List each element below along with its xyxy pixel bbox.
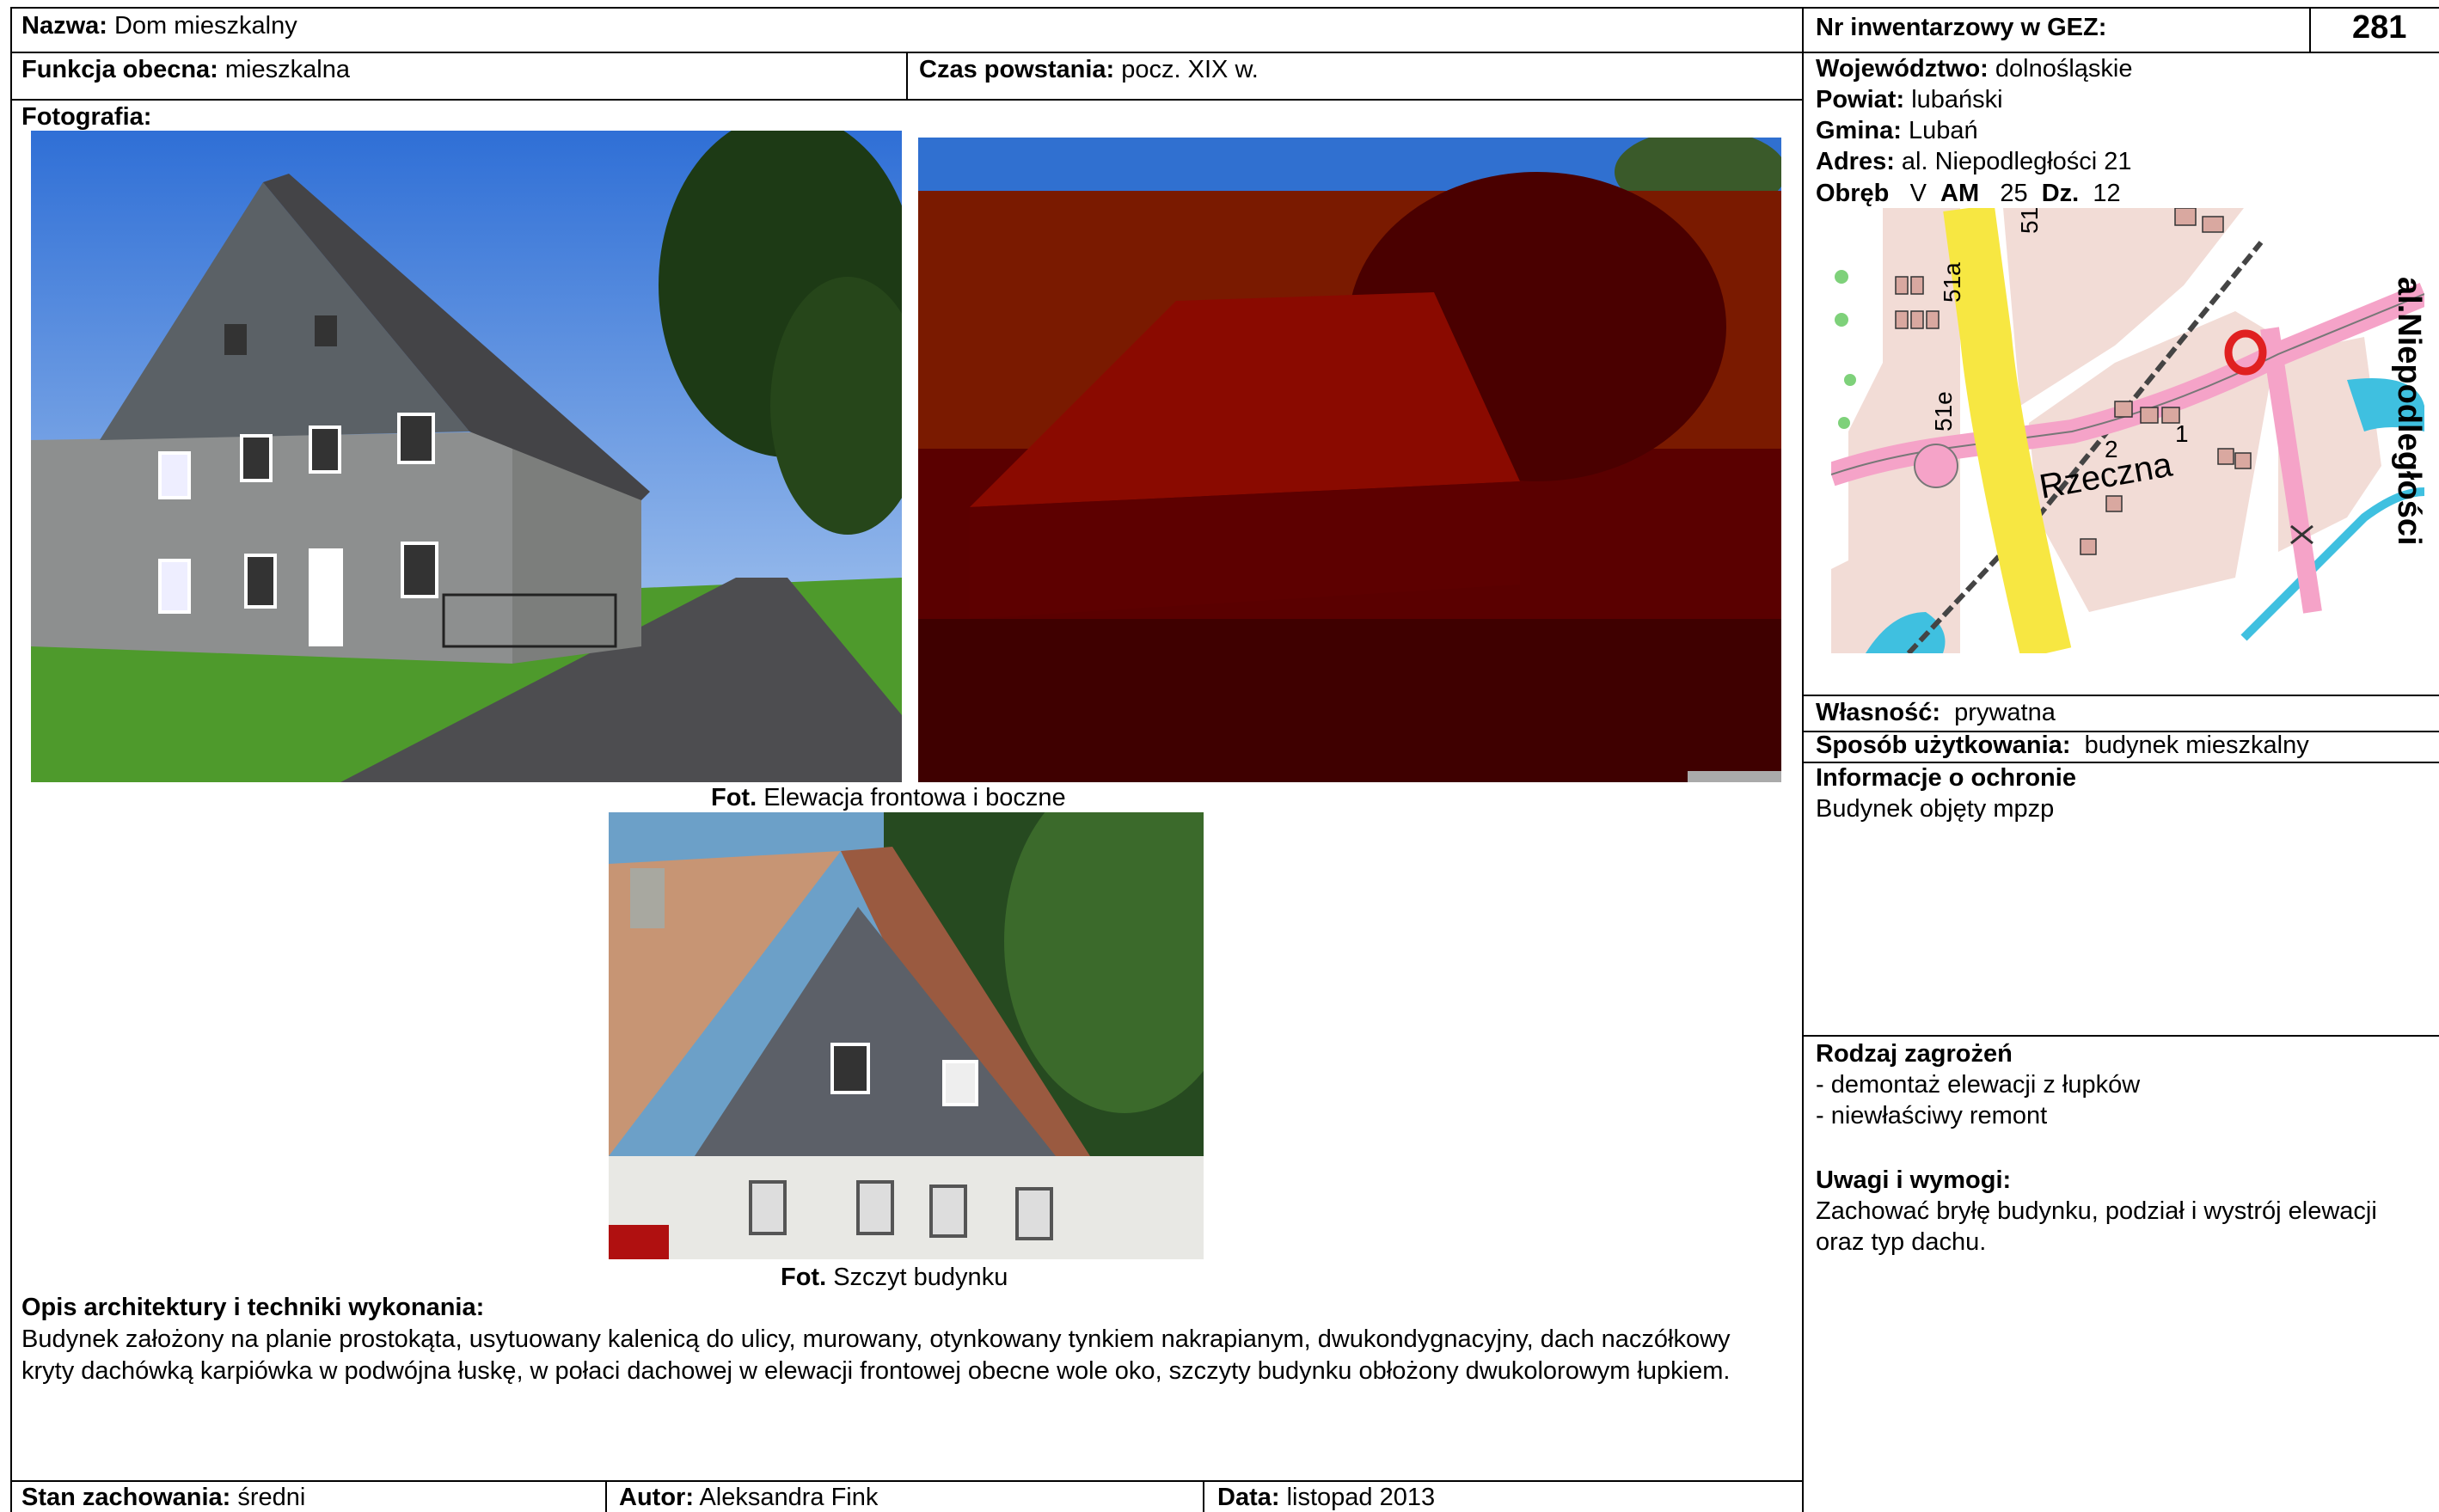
funkcja-field: Funkcja obecna: mieszkalna	[21, 56, 350, 84]
nazwa-label: Nazwa:	[21, 12, 107, 40]
caption-photo-2: Fot. Szczyt budynku	[781, 1264, 1008, 1292]
nr-inwentarzowy-label-text: Nr inwentarzowy w GEZ:	[1816, 14, 2107, 41]
wojewodztwo-label: Województwo:	[1816, 55, 1989, 83]
uwagi-line: Zachować bryłę budynku, podział i wystró…	[1816, 1197, 2377, 1225]
map-label-51e: 51e	[1930, 391, 1957, 432]
divider-footer-2	[1203, 1480, 1204, 1512]
divider-funkcja-czas	[906, 52, 908, 101]
divider-vertical-main	[1802, 7, 1804, 1512]
nr-inwentarzowy-value: 281	[2352, 9, 2407, 46]
zagrozenia-title: Rodzaj zagrożeń	[1816, 1040, 2013, 1068]
zagrozenia-item: - niewłaściwy remont	[1816, 1102, 2048, 1129]
gmina-label: Gmina:	[1816, 117, 1902, 144]
photo-house-front	[31, 131, 902, 782]
autor-label: Autor:	[619, 1484, 694, 1511]
uwagi-line: oraz typ dachu.	[1816, 1228, 1987, 1256]
location-map: Rzeczna al.Niepodległości 51a 51e 51 2 1	[1831, 208, 2424, 653]
powiat-label: Powiat:	[1816, 86, 1905, 113]
opis-title: Opis architektury i techniki wykonania:	[21, 1294, 485, 1321]
divider-header-row	[10, 52, 2439, 53]
stan-label: Stan zachowania:	[21, 1484, 231, 1511]
uwagi-title: Uwagi i wymogi:	[1816, 1166, 2012, 1194]
caption-2-label: Fot.	[781, 1264, 827, 1291]
adres-value: al. Niepodległości 21	[1901, 148, 2132, 175]
sposob-field: Sposób użytkowania: budynek mieszkalny	[1816, 732, 2309, 760]
nazwa-field: Nazwa: Dom mieszkalny	[21, 12, 297, 40]
autor-field: Autor: Aleksandra Fink	[619, 1484, 878, 1512]
wojewodztwo-field: Województwo: dolnośląskie	[1816, 55, 2133, 83]
nazwa-value: Dom mieszkalny	[113, 12, 297, 40]
divider-nr-value	[2309, 7, 2311, 53]
border-top	[10, 7, 2439, 9]
dz-value: 12	[2093, 180, 2121, 207]
obreb-label: Obręb	[1816, 180, 1890, 207]
obreb-field: Obręb V AM 25 Dz. 12	[1816, 180, 2121, 208]
wlasnosc-field: Własność: prywatna	[1816, 699, 2056, 727]
powiat-field: Powiat: lubański	[1816, 86, 2003, 114]
adres-field: Adres: al. Niepodległości 21	[1816, 148, 2132, 176]
caption-2-text: Szczyt budynku	[833, 1264, 1008, 1291]
czas-label: Czas powstania:	[919, 56, 1115, 83]
funkcja-label: Funkcja obecna:	[21, 56, 218, 83]
wojewodztwo-value: dolnośląskie	[1995, 55, 2133, 83]
divider-sposob	[1802, 762, 2439, 763]
data-label: Data:	[1217, 1484, 1280, 1511]
map-label-2: 2	[2105, 436, 2118, 462]
obreb-value: V	[1909, 180, 1927, 207]
czas-field: Czas powstania: pocz. XIX w.	[919, 56, 1259, 84]
caption-photo-1: Fot. Elewacja frontowa i boczne	[711, 784, 1066, 812]
gmina-value: Lubań	[1908, 117, 1978, 144]
divider-footer-top	[10, 1480, 1804, 1482]
divider-map-bottom	[1802, 695, 2439, 696]
opis-text: Budynek założony na planie prostokąta, u…	[21, 1325, 1731, 1386]
dz-label: Dz.	[2041, 180, 2080, 207]
am-value: 25	[2000, 180, 2028, 207]
ochrona-text: Budynek objęty mpzp	[1816, 795, 2055, 823]
photo-house-side	[918, 138, 1781, 782]
divider-footer-1	[605, 1480, 607, 1512]
photo-gable	[609, 812, 1204, 1259]
powiat-value: lubański	[1911, 86, 2003, 113]
adres-label: Adres:	[1816, 148, 1895, 175]
funkcja-value: mieszkalna	[224, 56, 350, 83]
sposob-label: Sposób użytkowania:	[1816, 732, 2071, 759]
stan-field: Stan zachowania: średni	[21, 1484, 305, 1512]
wlasnosc-value: prywatna	[1954, 699, 2056, 726]
map-label-1: 1	[2175, 420, 2189, 447]
data-field: Data: listopad 2013	[1217, 1484, 1435, 1512]
map-label-51a: 51a	[1939, 262, 1965, 303]
wlasnosc-label: Własność:	[1816, 699, 1941, 726]
data-value: listopad 2013	[1286, 1484, 1436, 1511]
autor-value: Aleksandra Fink	[699, 1484, 879, 1511]
border-left	[10, 7, 12, 1512]
caption-1-text: Elewacja frontowa i boczne	[763, 784, 1066, 811]
sposob-value: budynek mieszkalny	[2084, 732, 2309, 759]
gmina-field: Gmina: Lubań	[1816, 117, 1978, 145]
map-label-niepodleglosci: al.Niepodległości	[2391, 277, 2424, 546]
czas-value: pocz. XIX w.	[1121, 56, 1259, 83]
stan-value: średni	[237, 1484, 306, 1511]
zagrozenia-item: - demontaż elewacji z łupków	[1816, 1071, 2141, 1099]
map-label-51: 51	[2016, 208, 2043, 234]
ochrona-title: Informacje o ochronie	[1816, 764, 2076, 792]
divider-ochrona	[1802, 1035, 2439, 1037]
caption-1-label: Fot.	[711, 784, 757, 811]
nr-inwentarzowy-label: Nr inwentarzowy w GEZ:	[1816, 14, 2106, 42]
am-label: AM	[1940, 180, 1980, 207]
fotografia-label: Fotografia:	[21, 103, 152, 131]
